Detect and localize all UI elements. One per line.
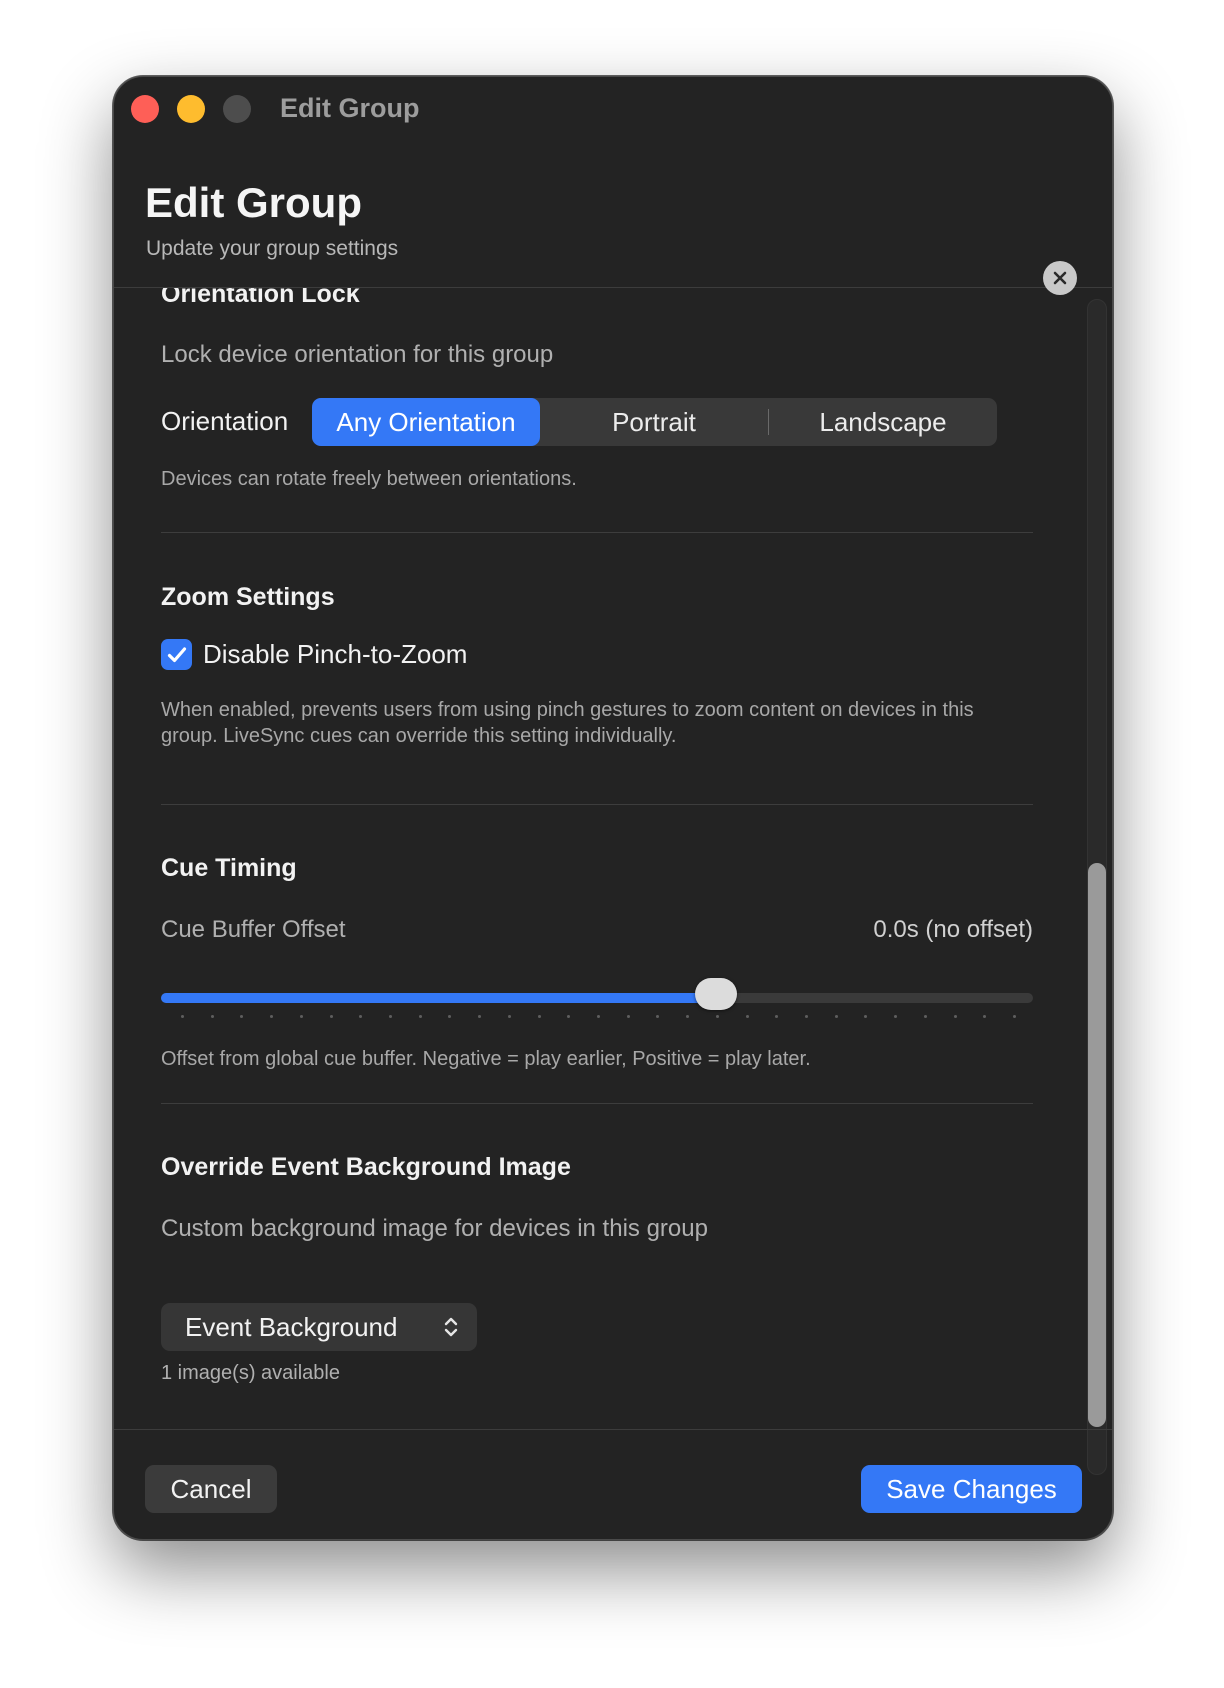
section-divider <box>161 804 1033 805</box>
slider-tick <box>418 1015 422 1018</box>
slider-fill <box>161 993 717 1003</box>
disable-pinch-zoom-checkbox[interactable] <box>161 639 192 670</box>
slider-tick <box>745 1015 749 1018</box>
segment-landscape[interactable]: Landscape <box>769 398 997 446</box>
slider-tick <box>775 1015 779 1018</box>
settings-scroll-area[interactable]: Orientation Lock Lock device orientation… <box>114 288 1112 1503</box>
window-minimize-button[interactable] <box>177 95 205 123</box>
slider-tick <box>359 1015 363 1018</box>
slider-knob[interactable] <box>695 978 738 1010</box>
slider-ticks <box>181 1015 1016 1019</box>
orientation-section-title: Orientation Lock <box>161 288 360 308</box>
save-changes-button[interactable]: Save Changes <box>861 1465 1082 1513</box>
slider-tick <box>567 1015 571 1018</box>
orientation-segmented-control[interactable]: Any Orientation Portrait Landscape <box>312 398 997 446</box>
cue-buffer-slider[interactable] <box>161 993 1033 1003</box>
slider-tick <box>805 1015 808 1018</box>
slider-tick <box>329 1015 333 1018</box>
title-bar[interactable]: Edit Group <box>114 77 1112 141</box>
slider-tick <box>953 1015 957 1018</box>
slider-tick <box>864 1015 868 1018</box>
cue-buffer-value: 0.0s (no offset) <box>873 916 1033 943</box>
window-title: Edit Group <box>280 93 420 123</box>
background-select-value: Event Background <box>185 1311 398 1342</box>
close-icon <box>1053 271 1067 285</box>
slider-tick <box>478 1015 482 1018</box>
window-close-button[interactable] <box>131 95 159 123</box>
slider-tick <box>983 1015 987 1018</box>
slider-tick <box>686 1015 690 1018</box>
slider-tick <box>299 1015 303 1018</box>
cancel-button[interactable]: Cancel <box>145 1465 277 1513</box>
section-divider <box>161 1103 1033 1104</box>
slider-tick <box>270 1015 274 1018</box>
segment-portrait[interactable]: Portrait <box>540 398 768 446</box>
checkmark-icon <box>167 646 186 662</box>
disable-pinch-zoom-row[interactable]: Disable Pinch-to-Zoom <box>161 639 467 670</box>
dialog-header: Edit Group Update your group settings <box>114 141 1112 295</box>
page-subtitle: Update your group settings <box>146 237 399 260</box>
slider-tick <box>1013 1015 1016 1018</box>
cue-buffer-label: Cue Buffer Offset <box>161 916 346 943</box>
section-divider <box>161 532 1033 533</box>
cue-hint: Offset from global cue buffer. Negative … <box>161 1048 811 1070</box>
slider-tick <box>448 1015 452 1018</box>
page-title: Edit Group <box>145 179 362 226</box>
slider-tick <box>597 1015 600 1018</box>
cue-section-title: Cue Timing <box>161 854 297 882</box>
orientation-label: Orientation <box>161 406 289 436</box>
dialog-footer: Cancel Save Changes <box>114 1429 1112 1539</box>
orientation-description: Lock device orientation for this group <box>161 341 554 368</box>
edit-group-window: Edit Group Edit Group Update your group … <box>113 76 1113 1540</box>
window-zoom-button[interactable] <box>223 95 251 123</box>
chevron-up-down-icon <box>444 1317 458 1337</box>
slider-tick <box>210 1015 214 1018</box>
disable-pinch-zoom-label[interactable]: Disable Pinch-to-Zoom <box>203 639 467 670</box>
background-image-select[interactable]: Event Background <box>161 1303 477 1351</box>
slider-tick <box>834 1015 838 1018</box>
scrollbar-thumb[interactable] <box>1088 863 1106 1427</box>
slider-tick <box>537 1015 541 1018</box>
slider-tick <box>923 1015 927 1018</box>
slider-tick <box>656 1015 660 1018</box>
background-description: Custom background image for devices in t… <box>161 1215 708 1242</box>
zoom-hint: When enabled, prevents users from using … <box>161 699 974 747</box>
slider-tick <box>894 1015 898 1018</box>
slider-tick <box>389 1015 392 1018</box>
segment-any-orientation[interactable]: Any Orientation <box>312 398 540 446</box>
slider-tick <box>507 1015 511 1018</box>
slider-tick <box>240 1015 244 1018</box>
slider-tick <box>626 1015 630 1018</box>
background-section-title: Override Event Background Image <box>161 1153 571 1181</box>
zoom-section-title: Zoom Settings <box>161 583 335 611</box>
slider-tick <box>181 1015 184 1018</box>
orientation-hint: Devices can rotate freely between orient… <box>161 468 577 490</box>
background-hint: 1 image(s) available <box>161 1362 340 1384</box>
slider-tick <box>715 1015 719 1018</box>
